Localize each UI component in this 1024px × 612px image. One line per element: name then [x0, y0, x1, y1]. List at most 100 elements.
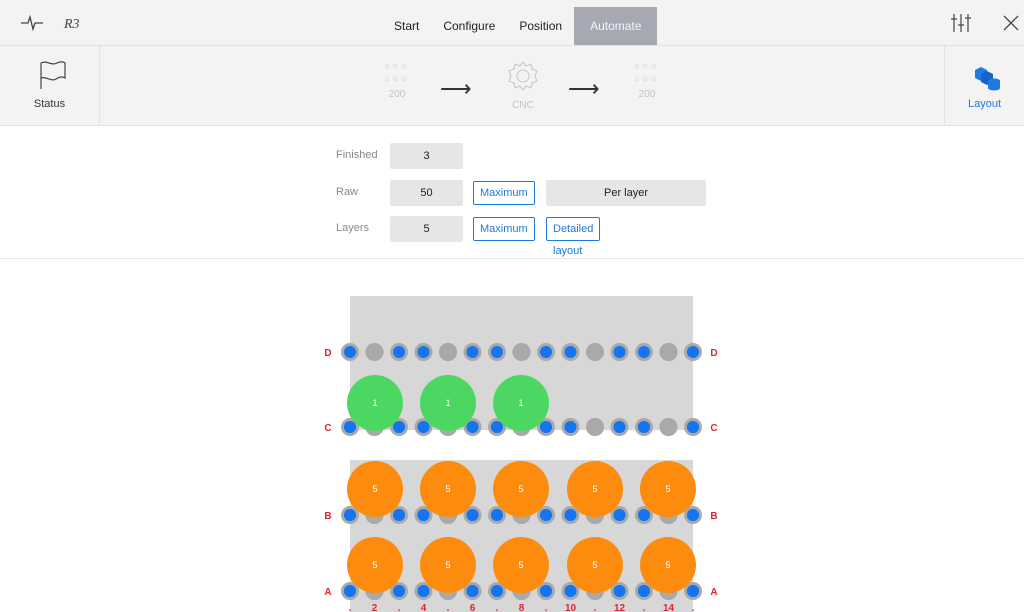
cnc-node[interactable]: CNC: [498, 60, 548, 120]
finished-value[interactable]: 3: [390, 143, 463, 169]
pin-top-B-9[interactable]: [540, 509, 552, 521]
close-icon[interactable]: [999, 12, 1023, 34]
raw-part-label: 5: [665, 484, 670, 494]
pin-top-C-15[interactable]: [687, 421, 699, 433]
raw-maximum-button[interactable]: Maximum: [473, 181, 535, 205]
pallet-grid[interactable]: D D C C B B A A 1 1 1 5 5 5 5 5 5 5 5 5 5. 2. 4. 6. 8. 10. 12. 14.: [0, 260, 1024, 612]
pin-top-C-3[interactable]: [393, 421, 405, 433]
pin-top-A-12[interactable]: [613, 585, 626, 597]
pin-top-B-6[interactable]: [466, 509, 479, 521]
detailed-layout-button[interactable]: Detailed layout: [546, 217, 601, 257]
pin-C-14[interactable]: [659, 418, 678, 436]
pin-top-B-10[interactable]: [564, 509, 577, 521]
per-layer-button[interactable]: Per layer: [546, 180, 706, 206]
pin-top-C-6[interactable]: [466, 421, 479, 433]
raw-part-label: 5: [592, 560, 597, 570]
tab-configure[interactable]: Configure: [431, 7, 507, 45]
pin-D-10[interactable]: [564, 346, 577, 358]
col-label: 12: [614, 603, 626, 612]
col-label: .: [545, 603, 548, 612]
pin-D-5[interactable]: [439, 343, 457, 361]
row-label-left-D: D: [324, 348, 331, 359]
finished-part-label: 1: [518, 398, 523, 408]
pin-top-B-13[interactable]: [638, 509, 650, 521]
layers-maximum-button[interactable]: Maximum: [473, 217, 535, 241]
raw-label: Raw: [336, 186, 359, 198]
tab-position[interactable]: Position: [507, 7, 574, 45]
pin-top-A-15[interactable]: [687, 585, 699, 597]
pin-top-B-7[interactable]: [491, 509, 503, 521]
col-label: .: [643, 603, 646, 612]
pin-D-14[interactable]: [659, 343, 678, 361]
pin-top-C-10[interactable]: [564, 421, 577, 433]
pin-top-C-7[interactable]: [491, 421, 503, 433]
pin-D-6[interactable]: [466, 346, 479, 358]
layout-panel[interactable]: Layout: [944, 46, 1024, 126]
pin-D-15[interactable]: [687, 346, 699, 358]
col-label: 2: [372, 603, 378, 612]
pin-D-1[interactable]: [344, 346, 356, 358]
col-label: 10: [565, 603, 577, 612]
arrow-right-icon: ⟶: [440, 76, 472, 101]
raw-part-label: 5: [518, 484, 523, 494]
tab-start[interactable]: Start: [382, 7, 431, 45]
pin-D-12[interactable]: [613, 346, 626, 358]
pin-top-A-7[interactable]: [491, 585, 503, 597]
pin-top-B-3[interactable]: [393, 509, 405, 521]
input-count: 200: [388, 89, 406, 100]
flag-icon: [40, 61, 66, 89]
output-count: 200: [638, 89, 656, 100]
robot-logo-icon[interactable]: R3: [62, 12, 86, 34]
pin-top-A-13[interactable]: [638, 585, 650, 597]
pin-top-A-4[interactable]: [417, 585, 430, 597]
pin-D-8[interactable]: [512, 343, 531, 361]
pin-D-9[interactable]: [540, 346, 552, 358]
col-label: .: [349, 603, 352, 612]
pin-top-C-9[interactable]: [540, 421, 552, 433]
pin-top-A-10[interactable]: [564, 585, 577, 597]
status-label: Status: [33, 98, 66, 110]
layers-label: Layers: [336, 222, 370, 234]
pin-D-7[interactable]: [491, 346, 503, 358]
pin-top-C-1[interactable]: [344, 421, 356, 433]
pin-top-B-15[interactable]: [687, 509, 699, 521]
pin-C-11[interactable]: [586, 418, 604, 436]
col-label: 8: [519, 603, 525, 612]
input-pallet-node[interactable]: ○○○ ○○○ 200: [372, 60, 422, 120]
pin-top-C-4[interactable]: [417, 421, 430, 433]
pin-top-B-12[interactable]: [613, 509, 626, 521]
col-label: .: [594, 603, 597, 612]
status-panel[interactable]: Status: [0, 46, 100, 126]
pin-top-B-4[interactable]: [417, 509, 430, 521]
pin-D-4[interactable]: [417, 346, 430, 358]
workflow-bar: Status ○○○ ○○○ 200 ⟶ CNC ⟶ ○○○ ○○○ 200 Lay…: [0, 46, 1024, 126]
raw-part-label: 5: [518, 560, 523, 570]
pin-D-11[interactable]: [586, 343, 604, 361]
layers-value[interactable]: 5: [390, 216, 463, 242]
pin-top-C-12[interactable]: [613, 421, 626, 433]
output-pallet-node[interactable]: ○○○ ○○○ 200: [622, 60, 672, 120]
raw-part-label: 5: [372, 484, 377, 494]
input-dots-icon: ○○○ ○○○: [384, 61, 410, 84]
col-label: .: [496, 603, 499, 612]
row-label-left-B: B: [324, 511, 331, 522]
sliders-icon[interactable]: [949, 12, 973, 34]
pin-top-C-13[interactable]: [638, 421, 650, 433]
tab-automate[interactable]: Automate: [574, 7, 658, 45]
raw-part-label: 5: [445, 484, 450, 494]
raw-value[interactable]: 50: [390, 180, 463, 206]
pin-D-3[interactable]: [393, 346, 405, 358]
pin-top-A-9[interactable]: [540, 585, 552, 597]
pulse-icon[interactable]: [20, 12, 44, 34]
gear-icon: [508, 61, 538, 91]
pin-top-A-1[interactable]: [344, 585, 356, 597]
pin-top-A-3[interactable]: [393, 585, 405, 597]
pin-top-B-1[interactable]: [344, 509, 356, 521]
pin-top-A-6[interactable]: [466, 585, 479, 597]
layout-form: Finished 3 Raw 50 Maximum Per layer Laye…: [0, 127, 1024, 259]
pin-D-2[interactable]: [365, 343, 384, 361]
row-label-right-A: A: [710, 587, 717, 598]
pin-D-13[interactable]: [638, 346, 650, 358]
finished-part-label: 1: [372, 398, 377, 408]
row-label-right-B: B: [710, 511, 717, 522]
